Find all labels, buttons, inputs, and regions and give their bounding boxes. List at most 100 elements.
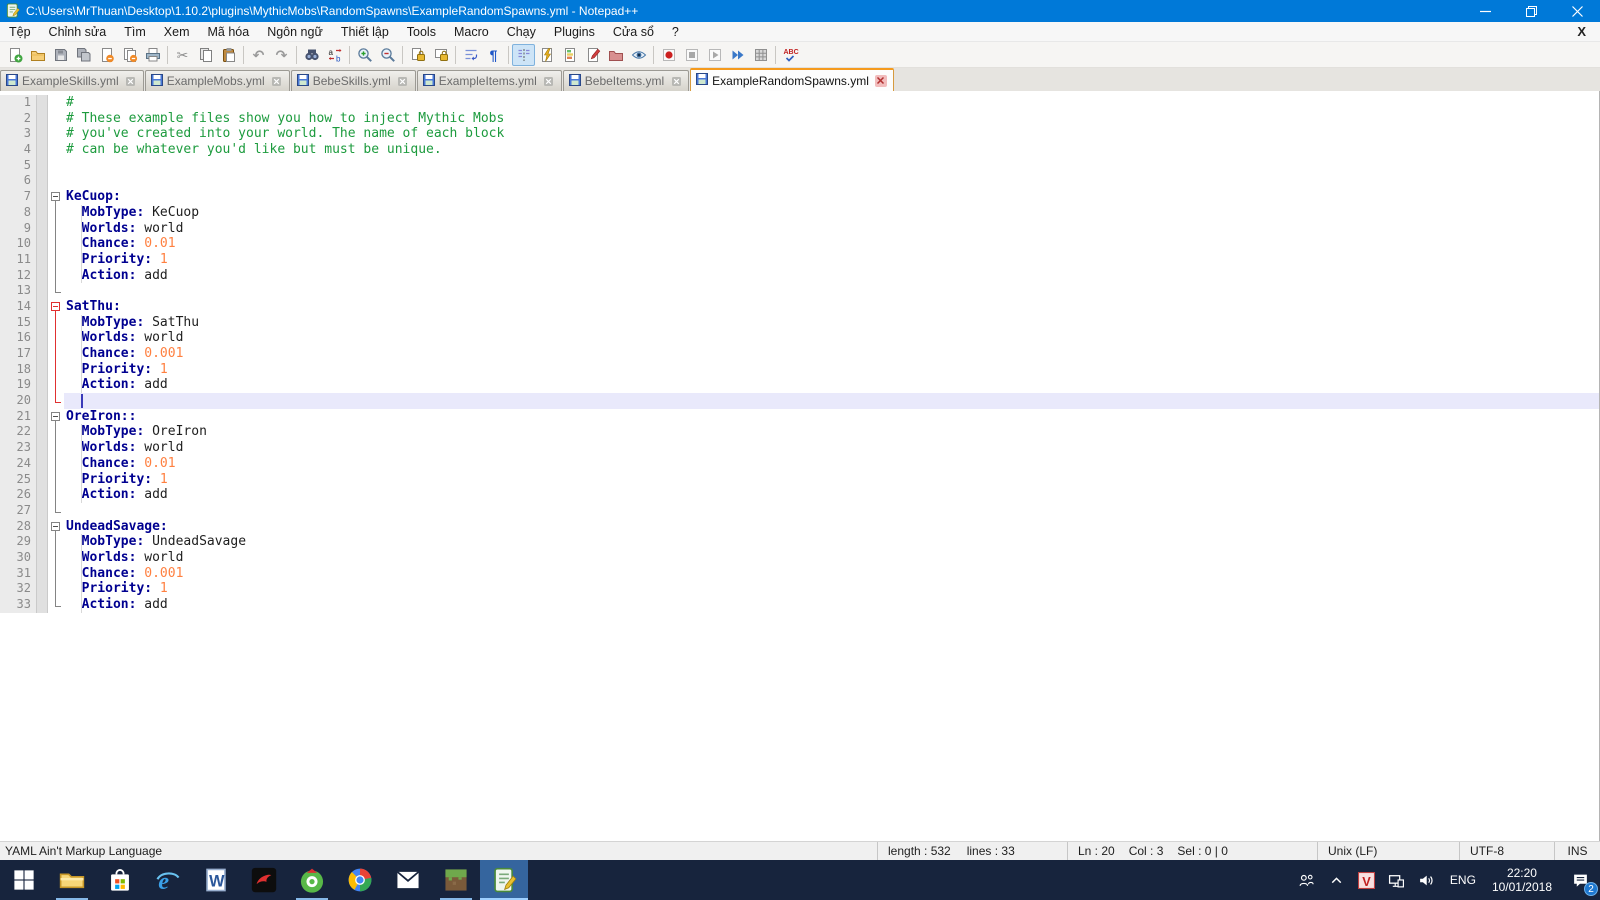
code-text[interactable]: MobType: OreIron	[64, 424, 1599, 440]
menu-item-tools[interactable]: Tools	[398, 23, 445, 41]
code-text[interactable]: Priority: 1	[64, 581, 1599, 597]
tab-close-icon[interactable]	[271, 75, 283, 87]
tab-exampleitems-yml[interactable]: ExampleItems.yml	[417, 70, 562, 91]
function-list-icon[interactable]	[535, 44, 558, 66]
taskbar-minecraft-icon[interactable]	[432, 860, 480, 900]
menu-item-thiết-lập[interactable]: Thiết lập	[332, 23, 398, 41]
fold-collapse-icon[interactable]	[48, 409, 64, 425]
tray-network-icon[interactable]	[1382, 860, 1412, 900]
bookmark-margin[interactable]	[36, 236, 48, 252]
code-text[interactable]: Worlds: world	[64, 330, 1599, 346]
tab-examplerandomspawns-yml[interactable]: ExampleRandomSpawns.yml	[690, 68, 894, 91]
code-text[interactable]: OreIron::	[64, 409, 1599, 425]
status-eol-format[interactable]: Unix (LF)	[1317, 842, 1459, 860]
close-button[interactable]	[1554, 0, 1600, 22]
minimize-button[interactable]	[1462, 0, 1508, 22]
close-document-x[interactable]: X	[1577, 24, 1586, 39]
bookmark-margin[interactable]	[36, 142, 48, 158]
monitoring-icon[interactable]	[627, 44, 650, 66]
bookmark-margin[interactable]	[36, 393, 48, 409]
bookmark-margin[interactable]	[36, 346, 48, 362]
tab-close-icon[interactable]	[670, 75, 682, 87]
tab-bebeskills-yml[interactable]: BebeSkills.yml	[291, 70, 416, 91]
code-text[interactable]: Chance: 0.001	[64, 346, 1599, 362]
indent-guide-icon[interactable]	[512, 44, 535, 66]
taskbar-notepadpp-icon[interactable]	[480, 860, 528, 900]
menu-item-chỉnh-sửa[interactable]: Chỉnh sửa	[40, 23, 116, 41]
bookmark-margin[interactable]	[36, 205, 48, 221]
word-wrap-icon[interactable]	[459, 44, 482, 66]
taskbar-word-icon[interactable]: W	[192, 860, 240, 900]
code-text[interactable]: # These example files show you how to in…	[64, 111, 1599, 127]
bookmark-margin[interactable]	[36, 566, 48, 582]
find-icon[interactable]	[300, 44, 323, 66]
spell-check-icon[interactable]: ABC	[779, 44, 802, 66]
tab-close-icon[interactable]	[125, 75, 137, 87]
close-all-icon[interactable]	[118, 44, 141, 66]
taskbar-garena-icon[interactable]	[240, 860, 288, 900]
code-text[interactable]: # you've created into your world. The na…	[64, 126, 1599, 142]
code-text[interactable]: Chance: 0.001	[64, 566, 1599, 582]
undo-icon[interactable]: ↶	[247, 44, 270, 66]
code-text[interactable]: #	[64, 95, 1599, 111]
bookmark-margin[interactable]	[36, 424, 48, 440]
cut-icon[interactable]: ✂	[171, 44, 194, 66]
bookmark-margin[interactable]	[36, 409, 48, 425]
code-text[interactable]: MobType: UndeadSavage	[64, 534, 1599, 550]
sync-h-icon[interactable]	[429, 44, 452, 66]
code-text[interactable]	[64, 158, 1599, 174]
new-file-icon[interactable]	[3, 44, 26, 66]
code-text[interactable]: Priority: 1	[64, 252, 1599, 268]
bookmark-margin[interactable]	[36, 126, 48, 142]
bookmark-margin[interactable]	[36, 189, 48, 205]
tray-clock[interactable]: 22:2010/01/2018	[1484, 866, 1560, 894]
macro-play-icon[interactable]	[703, 44, 726, 66]
macro-stop-icon[interactable]	[680, 44, 703, 66]
code-text[interactable]: MobType: KeCuop	[64, 205, 1599, 221]
fold-collapse-icon[interactable]	[48, 299, 64, 315]
folder-workspace-icon[interactable]	[604, 44, 627, 66]
code-text[interactable]: SatThu:	[64, 299, 1599, 315]
restore-button[interactable]	[1508, 0, 1554, 22]
tray-notification-icon[interactable]: 2	[1560, 860, 1600, 900]
code-text[interactable]: Action: add	[64, 268, 1599, 284]
macro-save-icon[interactable]	[749, 44, 772, 66]
bookmark-margin[interactable]	[36, 597, 48, 613]
code-text[interactable]	[64, 393, 1599, 409]
menu-item-chạy[interactable]: Chạy	[498, 23, 545, 41]
close-icon[interactable]	[95, 44, 118, 66]
bookmark-margin[interactable]	[36, 503, 48, 519]
taskbar-ie-icon[interactable]: e	[144, 860, 192, 900]
tab-close-icon[interactable]	[543, 75, 555, 87]
bookmark-margin[interactable]	[36, 283, 48, 299]
bookmark-margin[interactable]	[36, 362, 48, 378]
code-text[interactable]: Priority: 1	[64, 362, 1599, 378]
bookmark-margin[interactable]	[36, 252, 48, 268]
bookmark-margin[interactable]	[36, 315, 48, 331]
save-all-icon[interactable]	[72, 44, 95, 66]
menu-item-tệp[interactable]: Tệp	[0, 23, 40, 41]
bookmark-margin[interactable]	[36, 534, 48, 550]
menu-item-cửa-sổ[interactable]: Cửa sổ	[604, 23, 663, 41]
code-text[interactable]: KeCuop:	[64, 189, 1599, 205]
code-text[interactable]: Action: add	[64, 377, 1599, 393]
menu-item-tìm[interactable]: Tìm	[115, 23, 155, 41]
replace-icon[interactable]: ab	[323, 44, 346, 66]
bookmark-margin[interactable]	[36, 158, 48, 174]
bookmark-margin[interactable]	[36, 173, 48, 189]
paste-icon[interactable]	[217, 44, 240, 66]
taskbar-mail-icon[interactable]	[384, 860, 432, 900]
taskbar-chrome-icon[interactable]	[336, 860, 384, 900]
bookmark-margin[interactable]	[36, 472, 48, 488]
code-text[interactable]: UndeadSavage:	[64, 519, 1599, 535]
tray-language-indicator[interactable]: ENG	[1442, 873, 1484, 887]
tray-chevron-up-icon[interactable]	[1322, 860, 1352, 900]
tab-close-icon[interactable]	[875, 75, 887, 87]
menu-item-plugins[interactable]: Plugins	[545, 23, 604, 41]
bookmark-margin[interactable]	[36, 221, 48, 237]
sync-v-icon[interactable]	[406, 44, 429, 66]
doc-switcher-icon[interactable]	[581, 44, 604, 66]
print-icon[interactable]	[141, 44, 164, 66]
macro-record-icon[interactable]	[657, 44, 680, 66]
code-text[interactable]	[64, 283, 1599, 299]
